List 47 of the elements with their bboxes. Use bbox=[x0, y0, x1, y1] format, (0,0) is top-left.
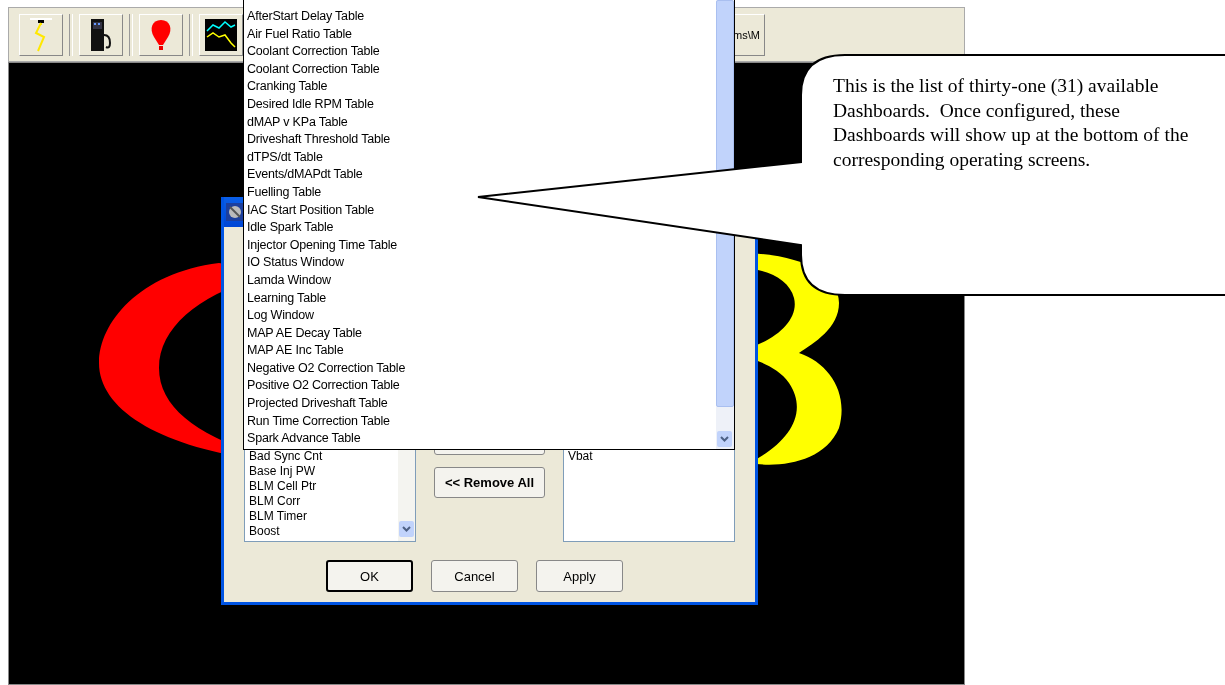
dropdown-item[interactable]: Desired Idle RPM Table bbox=[247, 95, 374, 114]
dropdown-item[interactable]: Positive O2 Correction Table bbox=[247, 377, 400, 396]
callout-text: This is the list of thirty-one (31) available Dashboards. Once configured, these Dashboards will show up at the bottom of the corresponding operating screens. bbox=[833, 74, 1190, 172]
list-item[interactable]: Boost bbox=[249, 524, 399, 539]
list-item[interactable]: Base Inj PW bbox=[249, 464, 399, 479]
dropdown-item[interactable]: Events/dMAPdt Table bbox=[247, 166, 363, 184]
dropdown-item[interactable]: Learning Table bbox=[247, 289, 326, 308]
dropdown-item[interactable]: Driveshaft Threshold Table bbox=[247, 131, 391, 149]
dropdown-item[interactable]: Air Fuel Ratio Table bbox=[247, 25, 352, 44]
toolbar-button[interactable] bbox=[79, 13, 123, 56]
list-item[interactable]: BLM Timer bbox=[249, 509, 399, 524]
dropdown-item[interactable]: Coolant Correction Table bbox=[247, 43, 380, 61]
dropdown-item[interactable]: Projected Driveshaft Table bbox=[247, 395, 388, 413]
dropdown-item[interactable]: Run Time Correction Table bbox=[247, 412, 390, 431]
fuel-pump-icon bbox=[88, 16, 114, 53]
app-icon bbox=[226, 203, 244, 221]
dropdown-item[interactable]: Injector Opening Time Table bbox=[247, 236, 397, 255]
chevron-down-icon bbox=[402, 526, 412, 532]
lightning-icon bbox=[28, 16, 54, 53]
dropdown-item[interactable]: Lamda Window bbox=[247, 271, 331, 290]
dropdown-item[interactable]: MAP AE Decay Table bbox=[247, 324, 362, 343]
dropdown-item[interactable]: IO Status Window bbox=[247, 254, 344, 272]
dialog-button[interactable]: Cancel bbox=[431, 560, 518, 592]
dropdown-item[interactable]: IAC Start Position Table bbox=[247, 201, 374, 220]
dialog-button[interactable]: Apply bbox=[536, 560, 623, 592]
dropdown-item[interactable]: Coolant Correction Table bbox=[247, 60, 380, 79]
dropdown-item[interactable]: Negative O2 Correction Table bbox=[247, 359, 406, 378]
list-item[interactable]: Bad Sync Cnt bbox=[249, 449, 399, 464]
toolbar-button[interactable] bbox=[199, 13, 243, 56]
dropdown-item[interactable]: Fuelling Table bbox=[247, 183, 322, 202]
dropdown-item[interactable]: Log Window bbox=[247, 307, 314, 325]
dropdown-item[interactable]: dTPS/dt Table bbox=[247, 148, 323, 167]
dropdown-item[interactable]: AfterStart Delay Table bbox=[247, 8, 364, 26]
graph-icon bbox=[205, 18, 237, 51]
scroll-down-button[interactable] bbox=[399, 521, 415, 537]
chevron-down-icon bbox=[720, 436, 729, 442]
remove-all-button[interactable]: << Remove All bbox=[434, 467, 545, 498]
dropdown-item[interactable]: MAP AE Inc Table bbox=[247, 342, 344, 360]
dialog-button[interactable]: OK bbox=[326, 560, 413, 592]
dropdown-item[interactable]: Idle Spark Table bbox=[247, 219, 334, 237]
dropdown-item[interactable]: Cranking Table bbox=[247, 78, 328, 96]
dropdown-item[interactable]: Spark Advance Table bbox=[247, 430, 361, 448]
list-item[interactable]: Vbat bbox=[567, 449, 734, 464]
list-item[interactable]: BLM Cell Ptr bbox=[249, 479, 399, 494]
dropdown-item[interactable]: dMAP v KPa Table bbox=[247, 113, 348, 132]
list-item[interactable]: BLM Corr bbox=[249, 494, 399, 509]
scroll-down-button[interactable] bbox=[717, 431, 732, 447]
